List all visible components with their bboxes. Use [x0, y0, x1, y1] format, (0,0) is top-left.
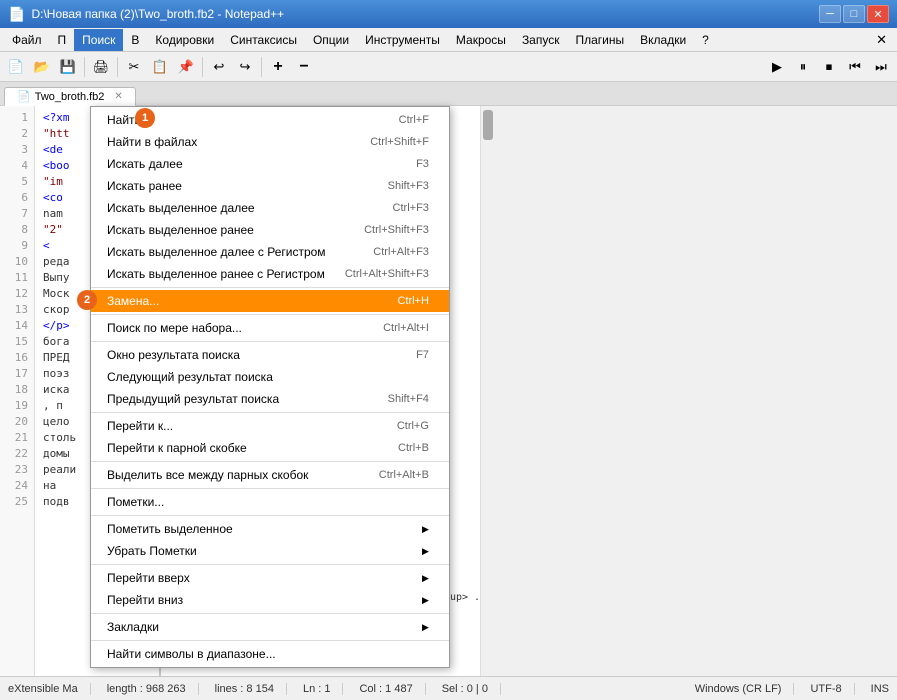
window-title: D:\Новая папка (2)\Two_broth.fb2 - Notep…	[31, 7, 819, 21]
maximize-button[interactable]: □	[843, 5, 865, 23]
menu-find-in-files-shortcut: Ctrl+Shift+F	[370, 136, 429, 148]
sep-2	[91, 314, 449, 315]
toolbar-sep-4	[261, 57, 262, 77]
menu-file[interactable]: Файл	[4, 29, 50, 51]
toolbar-print[interactable]: 🖨	[89, 55, 113, 79]
sep-5	[91, 461, 449, 462]
menu-find-in-files-label: Найти в файлах	[107, 135, 197, 149]
toolbar-r3[interactable]: ⏹	[817, 55, 841, 79]
menu-search-results[interactable]: Окно результата поиска F7	[91, 344, 449, 366]
status-col: Col : 1 487	[359, 683, 425, 695]
toolbar-copy[interactable]: 📋	[148, 55, 172, 79]
status-mode: INS	[871, 683, 889, 695]
toolbar-new[interactable]: 📄	[4, 55, 28, 79]
toolbar-zoom-in[interactable]: +	[266, 55, 290, 79]
status-file-type: eXtensible Ma	[8, 683, 91, 695]
title-bar: 📄 D:\Новая папка (2)\Two_broth.fb2 - Not…	[0, 0, 897, 28]
status-eol: Windows (CR LF)	[695, 683, 795, 695]
menu-find[interactable]: Найти... Ctrl+F	[91, 109, 449, 131]
toolbar-cut[interactable]: ✂	[122, 55, 146, 79]
toolbar: 📄 📂 💾 🖨 ✂ 📋 📌 ↩ ↪ + − ▶ ⏸ ⏹ ⏮ ⏭	[0, 52, 897, 82]
menu-goto-down[interactable]: Перейти вниз	[91, 589, 449, 611]
tab-icon: 📄	[17, 90, 31, 103]
menu-bookmarks[interactable]: Закладки	[91, 616, 449, 638]
toolbar-open[interactable]: 📂	[30, 55, 54, 79]
sep-9	[91, 613, 449, 614]
toolbar-paste[interactable]: 📌	[174, 55, 198, 79]
menu-find-shortcut: Ctrl+F	[399, 114, 429, 126]
tab-file[interactable]: 📄 Two_broth.fb2 ✕	[4, 87, 136, 106]
sep-1	[91, 287, 449, 288]
menu-goto-up[interactable]: Перейти вверх	[91, 567, 449, 589]
dropdown-overlay: Найти... Ctrl+F Найти в файлах Ctrl+Shif…	[0, 106, 897, 676]
menu-search[interactable]: Поиск	[74, 29, 123, 51]
toolbar-redo[interactable]: ↪	[233, 55, 257, 79]
tab-close-icon[interactable]: ✕	[114, 91, 122, 102]
main-area: 1 2 3 4 5 6 7 8 9 10 11 12 13 14 15 16 1…	[0, 106, 897, 676]
menu-goto-bracket[interactable]: Перейти к парной скобке Ctrl+B	[91, 437, 449, 459]
menu-view[interactable]: В	[123, 29, 147, 51]
menu-help[interactable]: ?	[694, 29, 717, 51]
status-length: length : 968 263	[107, 683, 199, 695]
menu-find-next[interactable]: Искать далее F3	[91, 153, 449, 175]
menu-syntax[interactable]: Синтаксисы	[222, 29, 305, 51]
badge-2: 2	[77, 290, 97, 310]
menu-incremental-search[interactable]: Поиск по мере набора... Ctrl+Alt+I	[91, 317, 449, 339]
menu-goto[interactable]: Перейти к... Ctrl+G	[91, 415, 449, 437]
minimize-button[interactable]: ─	[819, 5, 841, 23]
menu-find-sel-prev[interactable]: Искать выделенное ранее Ctrl+Shift+F3	[91, 219, 449, 241]
toolbar-sep-1	[84, 57, 85, 77]
toolbar-r4[interactable]: ⏮	[843, 55, 867, 79]
toolbar-r2[interactable]: ⏸	[791, 55, 815, 79]
menu-macros[interactable]: Макросы	[448, 29, 514, 51]
toolbar-save[interactable]: 💾	[56, 55, 80, 79]
window-controls: ─ □ ✕	[819, 5, 889, 23]
sep-6	[91, 488, 449, 489]
search-dropdown: Найти... Ctrl+F Найти в файлах Ctrl+Shif…	[90, 106, 450, 668]
menu-remove-marks[interactable]: Убрать Пометки	[91, 540, 449, 562]
toolbar-r5[interactable]: ⏭	[869, 55, 893, 79]
menu-replace[interactable]: Замена... Ctrl+H 2	[91, 290, 449, 312]
menu-find-label: Найти...	[107, 113, 151, 127]
menu-encodings[interactable]: Кодировки	[147, 29, 222, 51]
status-sel: Sel : 0 | 0	[442, 683, 501, 695]
toolbar-undo[interactable]: ↩	[207, 55, 231, 79]
menu-bar: Файл П Поиск В Кодировки Синтаксисы Опци…	[0, 28, 897, 52]
tab-label: Two_broth.fb2	[35, 91, 105, 103]
status-ln: Ln : 1	[303, 683, 344, 695]
status-lines: lines : 8 154	[215, 683, 287, 695]
toolbar-zoom-out[interactable]: −	[292, 55, 316, 79]
menu-run[interactable]: Запуск	[514, 29, 568, 51]
app-icon: 📄	[8, 6, 25, 23]
menu-find-sel-next-case[interactable]: Искать выделенное далее с Регистром Ctrl…	[91, 241, 449, 263]
menu-options[interactable]: Опции	[305, 29, 357, 51]
menu-next-result[interactable]: Следующий результат поиска	[91, 366, 449, 388]
menu-find-sel-prev-case[interactable]: Искать выделенное ранее с Регистром Ctrl…	[91, 263, 449, 285]
menu-edit[interactable]: П	[50, 29, 75, 51]
sep-7	[91, 515, 449, 516]
status-bar: eXtensible Ma length : 968 263 lines : 8…	[0, 676, 897, 700]
sep-3	[91, 341, 449, 342]
toolbar-sep-3	[202, 57, 203, 77]
close-button[interactable]: ✕	[867, 5, 889, 23]
tab-bar: 📄 Two_broth.fb2 ✕	[0, 82, 897, 106]
menu-mark-sel[interactable]: Пометить выделенное	[91, 518, 449, 540]
status-encoding: UTF-8	[810, 683, 854, 695]
menu-select-brackets[interactable]: Выделить все между парных скобок Ctrl+Al…	[91, 464, 449, 486]
menu-find-in-files[interactable]: Найти в файлах Ctrl+Shift+F	[91, 131, 449, 153]
menu-prev-result[interactable]: Предыдущий результат поиска Shift+F4	[91, 388, 449, 410]
sep-8	[91, 564, 449, 565]
toolbar-sep-2	[117, 57, 118, 77]
menu-bookmarks-dialog[interactable]: Пометки...	[91, 491, 449, 513]
menu-plugins[interactable]: Плагины	[567, 29, 632, 51]
toolbar-r1[interactable]: ▶	[765, 55, 789, 79]
sep-4	[91, 412, 449, 413]
sep-10	[91, 640, 449, 641]
menu-close-x[interactable]: ✕	[870, 32, 893, 48]
menu-find-chars-in-range[interactable]: Найти символы в диапазоне...	[91, 643, 449, 665]
menu-find-sel-next[interactable]: Искать выделенное далее Ctrl+F3	[91, 197, 449, 219]
menu-tools[interactable]: Инструменты	[357, 29, 448, 51]
menu-find-prev[interactable]: Искать ранее Shift+F3	[91, 175, 449, 197]
menu-tabs[interactable]: Вкладки	[632, 29, 694, 51]
